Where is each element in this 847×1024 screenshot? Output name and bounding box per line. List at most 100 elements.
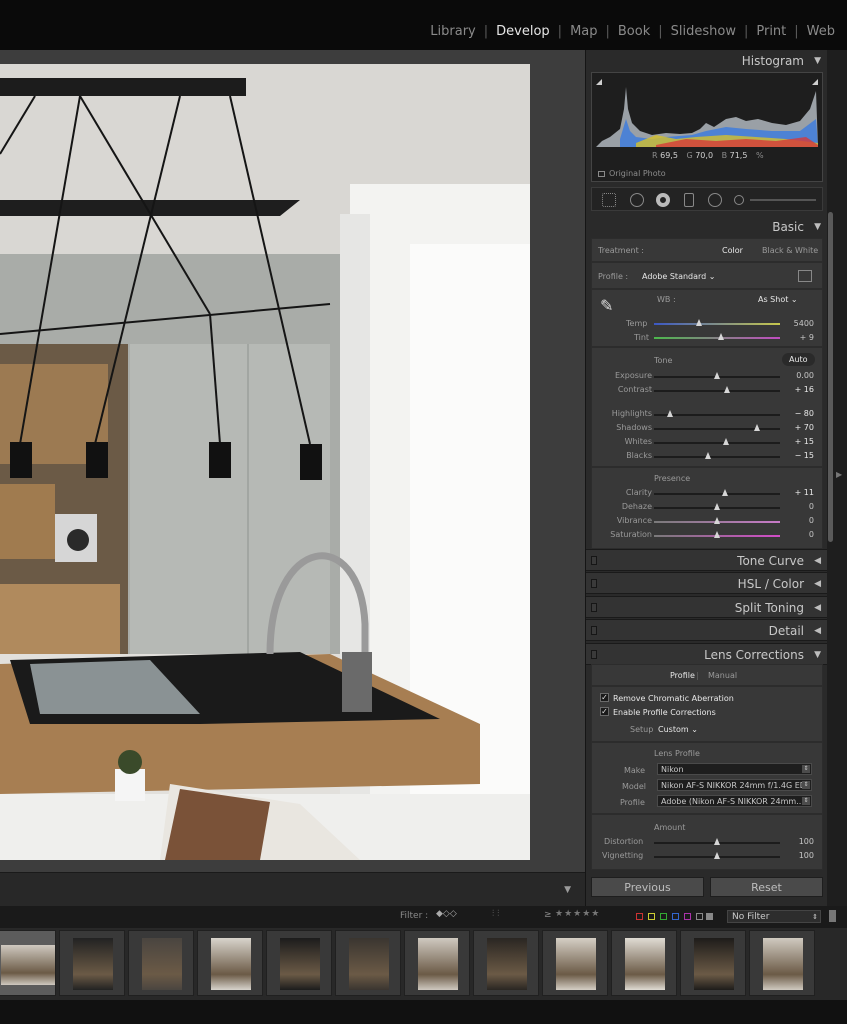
toolbar-menu-chevron-icon[interactable]: ▼ bbox=[564, 885, 571, 895]
remove-ca-checkbox[interactable]: ✓ bbox=[600, 693, 609, 702]
previous-button[interactable]: Previous bbox=[591, 877, 704, 897]
dehaze-value[interactable]: 0 bbox=[784, 502, 814, 511]
crop-tool-icon[interactable] bbox=[602, 193, 616, 207]
expand-triangle-icon[interactable]: ◀ bbox=[814, 620, 821, 642]
original-photo-toggle[interactable]: Original Photo bbox=[598, 169, 666, 178]
exposure-slider[interactable] bbox=[654, 372, 780, 379]
tint-value[interactable]: + 9 bbox=[784, 333, 814, 342]
edit-filter-icons[interactable]: ⫶ ⫶ bbox=[492, 909, 499, 919]
lens-corrections-header[interactable]: Lens Corrections ▼ bbox=[586, 643, 828, 665]
tint-slider[interactable] bbox=[654, 333, 780, 340]
treatment-bw-option[interactable]: Black & White bbox=[762, 246, 818, 255]
filmstrip-thumbnail[interactable] bbox=[680, 930, 746, 996]
split-toning-header[interactable]: Split Toning ◀ bbox=[586, 596, 828, 618]
dehaze-slider-knob[interactable] bbox=[714, 503, 720, 510]
vignetting-slider[interactable] bbox=[654, 852, 780, 859]
saturation-slider[interactable] bbox=[654, 531, 780, 538]
blacks-value[interactable]: − 15 bbox=[784, 451, 814, 460]
panel-switch-icon[interactable] bbox=[591, 626, 597, 635]
highlights-slider-knob[interactable] bbox=[667, 410, 674, 417]
module-library[interactable]: Library bbox=[422, 24, 483, 39]
right-panel-scrollbar[interactable]: ▶ bbox=[827, 50, 847, 906]
filmstrip-thumbnail[interactable] bbox=[128, 930, 194, 996]
spot-removal-tool-icon[interactable] bbox=[630, 193, 644, 207]
red-label-filter[interactable] bbox=[636, 913, 643, 920]
eyedropper-icon[interactable]: ✎ bbox=[600, 296, 613, 315]
shadows-slider[interactable] bbox=[654, 424, 780, 431]
module-develop[interactable]: Develop bbox=[488, 24, 558, 39]
collapse-triangle-icon[interactable]: ▼ bbox=[814, 50, 821, 72]
red-eye-tool-icon[interactable] bbox=[656, 193, 670, 207]
expand-triangle-icon[interactable]: ◀ bbox=[814, 573, 821, 595]
other-label-filter[interactable] bbox=[706, 913, 713, 920]
dehaze-slider[interactable] bbox=[654, 503, 780, 510]
filmstrip-thumbnail[interactable] bbox=[542, 930, 608, 996]
distortion-slider-knob[interactable] bbox=[714, 838, 720, 845]
green-label-filter[interactable] bbox=[660, 913, 667, 920]
blacks-slider-knob[interactable] bbox=[705, 452, 712, 459]
histogram[interactable]: R 69,5 G 70,0 B 71,5 % Original Photo bbox=[591, 72, 823, 182]
enable-profile-checkbox[interactable]: ✓ bbox=[600, 707, 609, 716]
filmstrip-thumbnail[interactable] bbox=[335, 930, 401, 996]
histogram-header[interactable]: Histogram ▼ bbox=[586, 50, 828, 72]
wb-dropdown[interactable]: As Shot ⌄ bbox=[758, 295, 798, 304]
basic-header[interactable]: Basic ▼ bbox=[586, 216, 828, 238]
profile-browser-grid-icon[interactable] bbox=[798, 270, 812, 282]
filmstrip-thumbnail[interactable] bbox=[59, 930, 125, 996]
hsl-color-header[interactable]: HSL / Color ◀ bbox=[586, 572, 828, 594]
module-print[interactable]: Print bbox=[748, 24, 794, 39]
filmstrip[interactable] bbox=[0, 928, 847, 1000]
tint-slider-knob[interactable] bbox=[717, 333, 724, 340]
contrast-value[interactable]: + 16 bbox=[784, 385, 814, 394]
remove-ca-label[interactable]: Remove Chromatic Aberration bbox=[613, 694, 734, 703]
purple-label-filter[interactable] bbox=[684, 913, 691, 920]
detail-header[interactable]: Detail ◀ bbox=[586, 619, 828, 641]
clarity-value[interactable]: + 11 bbox=[784, 488, 814, 497]
module-slideshow[interactable]: Slideshow bbox=[663, 24, 744, 39]
scrollbar-thumb[interactable] bbox=[828, 212, 833, 542]
panel-switch-icon[interactable] bbox=[591, 556, 597, 565]
temp-value[interactable]: 5400 bbox=[784, 319, 814, 328]
clarity-slider-knob[interactable] bbox=[721, 489, 728, 496]
vibrance-slider[interactable] bbox=[654, 517, 780, 524]
exposure-slider-knob[interactable] bbox=[714, 372, 720, 379]
collapse-triangle-icon[interactable]: ▼ bbox=[814, 644, 821, 666]
filmstrip-thumbnail[interactable] bbox=[611, 930, 677, 996]
rating-stars-filter[interactable]: ★★★★★ bbox=[555, 909, 600, 919]
highlights-value[interactable]: − 80 bbox=[784, 409, 814, 418]
radial-filter-icon[interactable] bbox=[708, 193, 722, 207]
vibrance-value[interactable]: 0 bbox=[784, 516, 814, 525]
filmstrip-thumbnail[interactable] bbox=[197, 930, 263, 996]
panel-toggle-arrow-icon[interactable]: ▶ bbox=[836, 470, 842, 479]
tone-curve-header[interactable]: Tone Curve ◀ bbox=[586, 549, 828, 571]
filmstrip-thumbnail[interactable] bbox=[266, 930, 332, 996]
panel-switch-icon[interactable] bbox=[591, 603, 597, 612]
saturation-slider-knob[interactable] bbox=[714, 531, 720, 538]
temp-slider[interactable] bbox=[654, 319, 780, 326]
panel-switch-icon[interactable] bbox=[591, 650, 597, 659]
highlights-slider[interactable] bbox=[654, 410, 780, 417]
graduated-filter-icon[interactable] bbox=[684, 193, 694, 207]
filmstrip-thumbnail[interactable] bbox=[0, 930, 56, 996]
module-web[interactable]: Web bbox=[799, 24, 835, 39]
make-dropdown[interactable]: Nikon ⇕ bbox=[657, 763, 812, 775]
exposure-value[interactable]: 0.00 bbox=[784, 371, 814, 380]
image-canvas[interactable] bbox=[0, 50, 585, 872]
module-map[interactable]: Map bbox=[562, 24, 605, 39]
no-label-filter[interactable] bbox=[696, 913, 703, 920]
kitchen-photo[interactable] bbox=[0, 64, 530, 860]
treatment-color-option[interactable]: Color bbox=[722, 246, 743, 255]
profile-dropdown[interactable]: Adobe Standard ⌄ bbox=[642, 272, 716, 281]
temp-slider-knob[interactable] bbox=[696, 319, 703, 326]
contrast-slider-knob[interactable] bbox=[724, 386, 731, 393]
blue-label-filter[interactable] bbox=[672, 913, 679, 920]
shadows-slider-knob[interactable] bbox=[754, 424, 761, 431]
filmstrip-thumbnail[interactable] bbox=[473, 930, 539, 996]
collapse-triangle-icon[interactable]: ▼ bbox=[814, 216, 821, 238]
tool-slider[interactable] bbox=[750, 199, 816, 201]
original-photo-checkbox-icon[interactable] bbox=[598, 171, 605, 177]
contrast-slider[interactable] bbox=[654, 386, 780, 393]
tab-manual[interactable]: Manual bbox=[708, 671, 737, 680]
adjustment-brush-icon[interactable] bbox=[734, 195, 744, 205]
whites-slider-knob[interactable] bbox=[722, 438, 729, 445]
